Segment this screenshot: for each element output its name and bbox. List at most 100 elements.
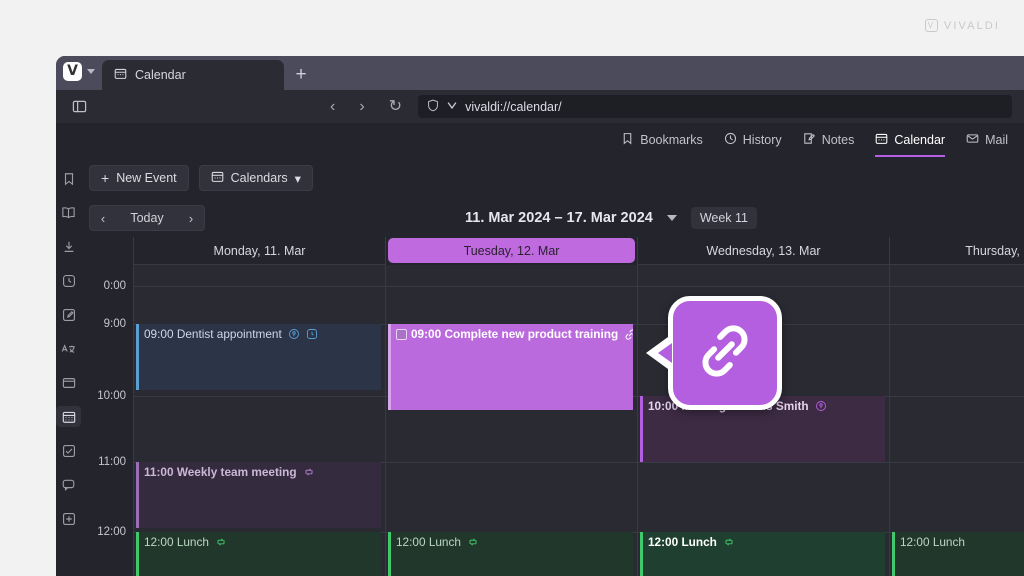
bookmarkbar-label: Notes (821, 133, 855, 147)
sidebar-item-downloads[interactable] (56, 236, 81, 257)
day-body[interactable]: 09:00 Complete new product training 12:0… (386, 265, 637, 576)
prev-week-button[interactable]: ‹ (90, 206, 116, 230)
day-header[interactable]: Thursday, 14. Mar (890, 237, 1024, 265)
date-navigation-row: ‹ Today › 11. Mar 2024 – 17. Mar 2024 We… (81, 199, 1024, 237)
screen: V VIVALDI V Calendar + ‹ › ↻ vivaldi://c… (0, 0, 1024, 576)
vivaldi-logo-icon: V (63, 61, 82, 81)
browser-body: + New Event Calendars ▾ ‹ Today › 11. Ma… (56, 157, 1024, 576)
event-lunch[interactable]: 12:00 Lunch (136, 532, 381, 576)
sidebar-item-tasks[interactable] (56, 440, 81, 461)
link-icon (694, 320, 756, 387)
note-edit-icon (803, 132, 816, 148)
calendars-dropdown[interactable]: Calendars ▾ (198, 165, 313, 191)
watermark-label: VIVALDI (943, 19, 1000, 32)
date-range-group: 11. Mar 2024 – 17. Mar 2024 Week 11 (81, 207, 1024, 229)
day-header-today[interactable]: Tuesday, 12. Mar (388, 238, 635, 263)
bookmark-icon (621, 132, 634, 148)
chevron-down-icon[interactable] (666, 215, 677, 221)
event-text: 12:00 Lunch (648, 535, 717, 549)
back-button[interactable]: ‹ (330, 98, 335, 115)
sidebar-item-feeds[interactable] (56, 474, 81, 495)
shield-icon (427, 99, 439, 115)
mail-icon (966, 132, 979, 148)
new-event-button[interactable]: + New Event (89, 165, 189, 191)
tab-calendar[interactable]: Calendar (102, 60, 284, 90)
clock-icon (724, 132, 737, 148)
sidebar-item-reading-list[interactable] (56, 202, 81, 223)
time-label: 9:00 (103, 318, 126, 330)
bookmarkbar-item-calendar[interactable]: Calendar (875, 123, 945, 157)
event-dentist-appointment[interactable]: 09:00 Dentist appointment (136, 324, 381, 390)
repeat-icon (303, 466, 315, 478)
calendar-icon (114, 67, 127, 83)
event-complete-new-product-training[interactable]: 09:00 Complete new product training (388, 324, 633, 410)
sidebar-item-calendar[interactable] (56, 406, 81, 427)
new-event-label: New Event (116, 171, 177, 185)
week-grid: 0:00 9:00 10:00 11:00 12:00 Monday, 11. … (81, 237, 1024, 576)
bookmarkbar-item-notes[interactable]: Notes (803, 123, 855, 157)
sidebar-item-history[interactable] (56, 270, 81, 291)
tab-title: Calendar (135, 68, 186, 82)
today-button[interactable]: Today (116, 206, 178, 230)
time-label: 10:00 (97, 390, 126, 402)
sidebar-item-translate[interactable] (56, 338, 81, 359)
bookmarkbar-label: Bookmarks (640, 133, 703, 147)
day-header[interactable]: Wednesday, 13. Mar (638, 237, 889, 265)
day-column-monday: Monday, 11. Mar 09:00 Dentist appointmen… (133, 237, 385, 576)
event-lunch[interactable]: 12:00 Lunch (640, 532, 885, 576)
time-label: 0:00 (103, 280, 126, 292)
bookmarkbar-label: Calendar (894, 133, 946, 147)
calendars-label: Calendars (230, 171, 288, 185)
sidebar-item-notes[interactable] (56, 304, 81, 325)
event-text: 09:00 Complete new product training (411, 327, 619, 341)
event-text: 12:00 Lunch (900, 535, 965, 549)
date-range-label: 11. Mar 2024 – 17. Mar 2024 (464, 210, 653, 226)
panel-sidebar (56, 157, 81, 576)
day-header[interactable]: Monday, 11. Mar (134, 237, 385, 265)
plus-icon: + (101, 170, 110, 186)
tab-bar: V Calendar + (56, 56, 1024, 90)
event-text: 09:00 Dentist appointment (144, 327, 282, 341)
forward-button[interactable]: › (359, 98, 364, 115)
calendar-icon (875, 132, 888, 148)
event-text: 12:00 Lunch (396, 535, 461, 549)
today-navigation-group: ‹ Today › (89, 205, 205, 231)
repeat-icon (467, 536, 479, 548)
day-column-tuesday: Tuesday, 12. Mar 09:00 Complete new prod… (385, 237, 637, 576)
reload-button[interactable]: ↻ (389, 98, 402, 115)
bookmarkbar-item-bookmarks[interactable]: Bookmarks (621, 123, 703, 157)
vivaldi-watermark: V VIVALDI (924, 19, 1000, 32)
new-tab-button[interactable]: + (284, 60, 318, 90)
event-weekly-team-meeting[interactable]: 11:00 Weekly team meeting (136, 462, 381, 528)
vivaldi-menu-button[interactable]: V (56, 56, 102, 90)
link-badge-overlay (646, 296, 782, 410)
panel-toggle-icon[interactable] (68, 99, 90, 114)
day-column-thursday: Thursday, 14. Mar 12:00 Lunch (889, 237, 1024, 576)
next-week-button[interactable]: › (178, 206, 204, 230)
bookmark-bar: Bookmarks History Notes Calendar Mail (56, 123, 1024, 157)
location-pin-icon (288, 328, 300, 340)
day-body[interactable]: 09:00 Dentist appointment 11:00 Weekly t… (134, 265, 385, 576)
event-lunch[interactable]: 12:00 Lunch (388, 532, 633, 576)
location-pin-icon (815, 400, 827, 412)
sidebar-item-add-panel[interactable] (56, 508, 81, 529)
clock-icon (306, 328, 318, 340)
sidebar-item-bookmarks[interactable] (56, 168, 81, 189)
repeat-icon (215, 536, 227, 548)
chevron-down-icon: ▾ (294, 171, 301, 186)
chevron-down-icon (87, 68, 95, 74)
repeat-icon (723, 536, 735, 548)
event-lunch[interactable]: 12:00 Lunch (892, 532, 1024, 576)
day-body[interactable]: 12:00 Lunch (890, 265, 1024, 576)
sidebar-item-windows[interactable] (56, 372, 81, 393)
address-field[interactable]: vivaldi://calendar/ (418, 95, 1012, 118)
vivaldi-logo-icon: V (924, 19, 938, 32)
bookmarkbar-label: History (742, 133, 782, 147)
day-columns: Monday, 11. Mar 09:00 Dentist appointmen… (133, 237, 1024, 576)
bookmarkbar-item-mail[interactable]: Mail (966, 123, 1008, 157)
event-checkbox[interactable] (396, 328, 407, 340)
event-text: 12:00 Lunch (144, 535, 209, 549)
url-text: vivaldi://calendar/ (465, 99, 562, 114)
url-bar: ‹ › ↻ vivaldi://calendar/ (56, 90, 1024, 123)
bookmarkbar-item-history[interactable]: History (724, 123, 782, 157)
